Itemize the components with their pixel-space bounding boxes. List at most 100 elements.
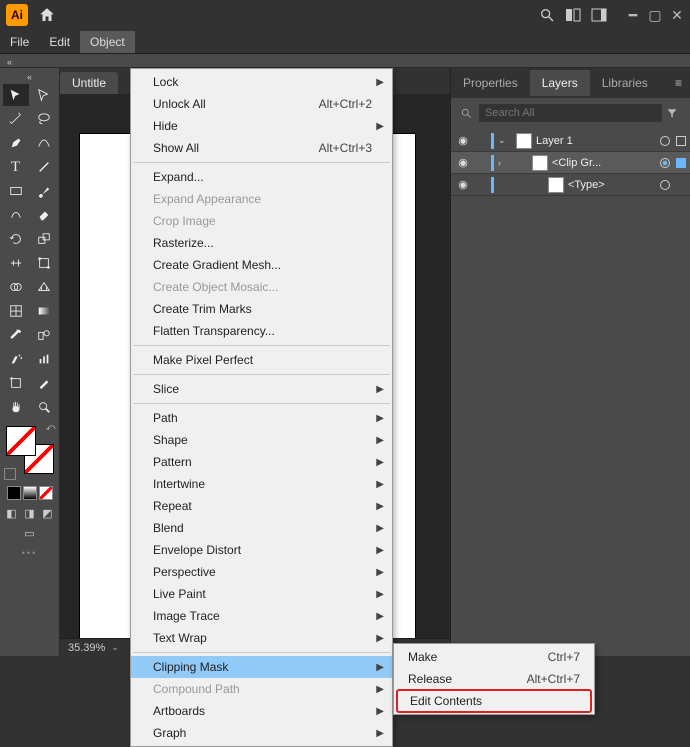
menu-graph[interactable]: Graph▶ (131, 722, 392, 744)
swap-fill-stroke-icon[interactable]: ⤺ (46, 422, 56, 433)
target-icon[interactable] (660, 136, 670, 146)
hand-tool-icon[interactable] (3, 396, 29, 418)
menu-expand[interactable]: Expand... (131, 166, 392, 188)
visibility-toggle-icon[interactable]: ◉ (455, 178, 471, 191)
direct-selection-tool-icon[interactable] (31, 84, 57, 106)
menu-perspective[interactable]: Perspective▶ (131, 561, 392, 583)
menu-intertwine[interactable]: Intertwine▶ (131, 473, 392, 495)
menu-flatten-transparency[interactable]: Flatten Transparency... (131, 320, 392, 342)
draw-normal-icon[interactable]: ◧ (5, 506, 19, 520)
minimize-button[interactable]: ━ (624, 6, 642, 24)
scale-tool-icon[interactable] (31, 228, 57, 250)
gradient-mode-icon[interactable] (23, 486, 37, 500)
shaper-tool-icon[interactable] (3, 204, 29, 226)
zoom-tool-icon[interactable] (31, 396, 57, 418)
color-mode-icon[interactable] (7, 486, 21, 500)
edit-toolbar-icon[interactable]: ••• (22, 548, 37, 558)
menu-image-trace[interactable]: Image Trace▶ (131, 605, 392, 627)
arrange-documents-icon[interactable] (560, 2, 586, 28)
menu-path[interactable]: Path▶ (131, 407, 392, 429)
rotate-tool-icon[interactable] (3, 228, 29, 250)
layer-row[interactable]: ◉ ⌄ Layer 1 (451, 130, 690, 152)
menu-slice[interactable]: Slice▶ (131, 378, 392, 400)
tab-libraries[interactable]: Libraries (590, 70, 660, 96)
menu-compound-path[interactable]: Compound Path▶ (131, 678, 392, 700)
filter-icon[interactable] (666, 107, 684, 119)
visibility-toggle-icon[interactable]: ◉ (455, 156, 471, 169)
workspace-switcher-icon[interactable] (586, 2, 612, 28)
menu-text-wrap[interactable]: Text Wrap▶ (131, 627, 392, 649)
blend-tool-icon[interactable] (31, 324, 57, 346)
layer-row[interactable]: ◉ <Type> (451, 174, 690, 196)
expand-icon[interactable]: › (498, 158, 508, 168)
menu-show-all[interactable]: Show AllAlt+Ctrl+3 (131, 137, 392, 159)
draw-behind-icon[interactable]: ◨ (23, 506, 37, 520)
width-tool-icon[interactable] (3, 252, 29, 274)
menu-pattern[interactable]: Pattern▶ (131, 451, 392, 473)
submenu-release[interactable]: ReleaseAlt+Ctrl+7 (394, 668, 594, 690)
menu-rasterize[interactable]: Rasterize... (131, 232, 392, 254)
menu-hide[interactable]: Hide▶ (131, 115, 392, 137)
submenu-edit-contents[interactable]: Edit Contents (396, 689, 592, 713)
target-icon[interactable] (660, 180, 670, 190)
app-logo[interactable]: Ai (6, 4, 28, 26)
type-tool-icon[interactable]: T (3, 156, 29, 178)
submenu-make[interactable]: MakeCtrl+7 (394, 646, 594, 668)
menu-object[interactable]: Object (80, 31, 135, 53)
menu-artboards[interactable]: Artboards▶ (131, 700, 392, 722)
search-icon[interactable] (534, 2, 560, 28)
artboard-tool-icon[interactable] (3, 372, 29, 394)
close-button[interactable]: ✕ (668, 6, 686, 24)
paintbrush-tool-icon[interactable] (31, 180, 57, 202)
slice-tool-icon[interactable] (31, 372, 57, 394)
draw-inside-icon[interactable]: ◩ (41, 506, 55, 520)
menu-envelope-distort[interactable]: Envelope Distort▶ (131, 539, 392, 561)
document-tab[interactable]: Untitle (60, 72, 118, 94)
screen-mode-icon[interactable]: ▭ (23, 526, 37, 540)
menu-unlock-all[interactable]: Unlock AllAlt+Ctrl+2 (131, 93, 392, 115)
shape-builder-tool-icon[interactable] (3, 276, 29, 298)
pen-tool-icon[interactable] (3, 132, 29, 154)
selection-tool-icon[interactable] (3, 84, 29, 106)
menu-blend[interactable]: Blend▶ (131, 517, 392, 539)
options-caret-icon[interactable]: « (7, 57, 12, 67)
menu-shape[interactable]: Shape▶ (131, 429, 392, 451)
menu-lock[interactable]: Lock▶ (131, 71, 392, 93)
eyedropper-tool-icon[interactable] (3, 324, 29, 346)
rectangle-tool-icon[interactable] (3, 180, 29, 202)
tab-layers[interactable]: Layers (530, 70, 590, 96)
fill-swatch-icon[interactable] (6, 426, 36, 456)
line-segment-tool-icon[interactable] (31, 156, 57, 178)
menu-create-gradient-mesh[interactable]: Create Gradient Mesh... (131, 254, 392, 276)
target-icon[interactable] (660, 158, 670, 168)
menu-file[interactable]: File (0, 31, 39, 53)
magic-wand-tool-icon[interactable] (3, 108, 29, 130)
visibility-toggle-icon[interactable]: ◉ (455, 134, 471, 147)
fill-stroke-swatch[interactable]: ⤺ (6, 426, 54, 474)
menu-live-paint[interactable]: Live Paint▶ (131, 583, 392, 605)
free-transform-tool-icon[interactable] (31, 252, 57, 274)
zoom-level[interactable]: 35.39% (68, 642, 105, 654)
lasso-tool-icon[interactable] (31, 108, 57, 130)
mesh-tool-icon[interactable] (3, 300, 29, 322)
layers-search-input[interactable] (479, 104, 662, 122)
expand-icon[interactable]: ⌄ (498, 135, 508, 146)
menu-create-trim-marks[interactable]: Create Trim Marks (131, 298, 392, 320)
perspective-grid-tool-icon[interactable] (31, 276, 57, 298)
layer-row[interactable]: ◉ › <Clip Gr... (451, 152, 690, 174)
menu-clipping-mask[interactable]: Clipping Mask▶ (131, 656, 392, 678)
menu-repeat[interactable]: Repeat▶ (131, 495, 392, 517)
none-mode-icon[interactable] (39, 486, 53, 500)
column-graph-tool-icon[interactable] (31, 348, 57, 370)
menu-make-pixel-perfect[interactable]: Make Pixel Perfect (131, 349, 392, 371)
maximize-button[interactable]: ▢ (646, 6, 664, 24)
symbol-sprayer-tool-icon[interactable] (3, 348, 29, 370)
default-fill-stroke-icon[interactable] (4, 468, 16, 480)
status-dropdown-icon[interactable]: ⌄ (111, 642, 119, 653)
panel-menu-icon[interactable]: ≡ (667, 76, 690, 90)
home-icon[interactable] (38, 6, 56, 24)
curvature-tool-icon[interactable] (31, 132, 57, 154)
tab-properties[interactable]: Properties (451, 70, 530, 96)
gradient-tool-icon[interactable] (31, 300, 57, 322)
menu-edit[interactable]: Edit (39, 31, 80, 53)
